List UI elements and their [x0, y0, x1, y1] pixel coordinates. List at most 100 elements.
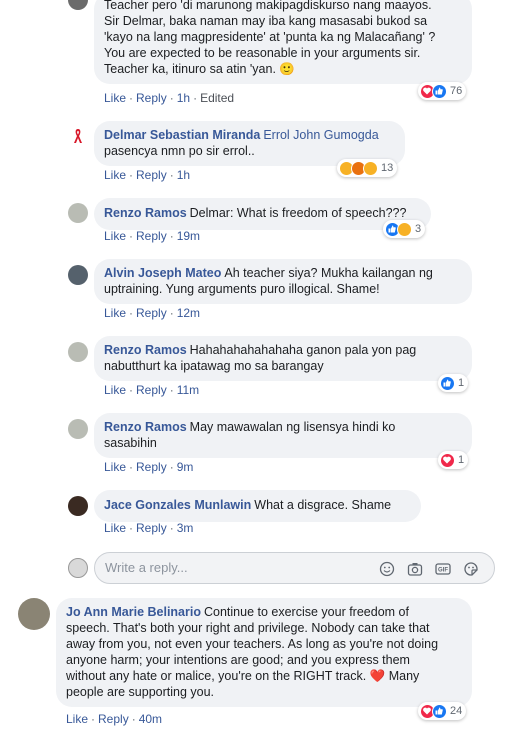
comment-text-line: 'kayo na lang magpresidente' at 'punta k… [104, 30, 436, 44]
sticker-icon[interactable] [463, 561, 479, 577]
comment-actions: Like · Reply · 1h · Edited [104, 91, 235, 105]
timestamp[interactable]: 40m [139, 712, 162, 726]
comment-text: Delmar: What is freedom of speech??? [189, 206, 407, 220]
avatar[interactable] [68, 203, 88, 223]
reaction-summary[interactable]: 3 [383, 220, 426, 238]
comment-bubble: Jace Gonzales Munlawin What a disgrace. S… [94, 490, 421, 522]
comment-actions: Like · Reply · 9m [104, 460, 194, 474]
like-link[interactable]: Like [104, 229, 126, 243]
reply-link[interactable]: Reply [136, 383, 167, 397]
comment-text-line: anyone harm; your intentions are good; a… [66, 653, 410, 667]
avatar[interactable] [68, 496, 88, 516]
reply-link[interactable]: Reply [136, 91, 167, 105]
comment-author[interactable]: Jace Gonzales Munlawin [104, 498, 251, 512]
reaction-count: 76 [450, 85, 463, 97]
avatar[interactable] [68, 126, 88, 146]
reaction-count: 1 [458, 377, 465, 389]
love-reaction-icon [440, 452, 455, 468]
comment-text-line: without any hate or malice, you're on th… [66, 669, 420, 683]
gif-icon[interactable]: GIF [435, 561, 451, 577]
comment-text-line: away from you, not even your teachers. A… [66, 637, 439, 651]
comment-text-line: nabutthurt ka ipatawag mo sa barangay [104, 359, 324, 373]
comment-actions: Like · Reply · 11m [104, 383, 200, 397]
comment-text-line: Hahahahahahahaha ganon pala yon pag [189, 343, 417, 357]
reply-link[interactable]: Reply [136, 229, 167, 243]
timestamp[interactable]: 19m [177, 229, 200, 243]
comment-author[interactable]: Alvin Joseph Mateo [104, 266, 221, 280]
comment-bubble: Renzo Ramos Delmar: What is freedom of sp… [94, 198, 431, 230]
avatar[interactable] [68, 265, 88, 285]
comment-author[interactable]: Renzo Ramos [104, 343, 187, 357]
comment-text-line: Continue to exercise your freedom of [203, 605, 409, 619]
reply-link[interactable]: Reply [136, 521, 167, 535]
comment-text-line: pasencya nmn po sir errol.. [104, 144, 255, 158]
svg-text:GIF: GIF [438, 568, 448, 574]
comment-text-line: people are supporting you. [66, 685, 215, 699]
comment-text-line: uptraining. Yung arguments puro illogica… [104, 282, 380, 296]
comment-text: What a disgrace. Shame [254, 498, 392, 512]
comment-text-line: Ah teacher siya? Mukha kailangan ng [224, 266, 433, 280]
reaction-summary[interactable]: 1 [438, 374, 469, 392]
reply-link[interactable]: Reply [136, 306, 167, 320]
comment-actions: Like · Reply · 1h [104, 168, 191, 182]
emoji-icon[interactable] [379, 561, 395, 577]
timestamp[interactable]: 11m [177, 383, 199, 397]
comment-author[interactable]: Delmar Sebastian Miranda [104, 128, 260, 142]
reaction-count: 24 [450, 705, 463, 717]
reply-input[interactable] [105, 560, 355, 575]
comment-author[interactable]: Jo Ann Marie Belinario [66, 605, 201, 619]
reaction-count: 1 [458, 454, 465, 466]
timestamp[interactable]: 12m [177, 306, 200, 320]
avatar[interactable] [68, 419, 88, 439]
timestamp[interactable]: 1h [177, 91, 190, 105]
comment-author[interactable]: Renzo Ramos [104, 206, 187, 220]
comment-text-line: speech. That's both your right and privi… [66, 621, 430, 635]
sad-reaction-icon [363, 160, 378, 176]
avatar[interactable] [18, 598, 50, 630]
reply-box[interactable]: GIF [94, 552, 495, 584]
reaction-count: 13 [381, 162, 394, 174]
camera-icon[interactable] [407, 561, 423, 577]
like-reaction-icon [440, 375, 455, 391]
like-link[interactable]: Like [104, 91, 126, 105]
like-link[interactable]: Like [104, 521, 126, 535]
comment-author[interactable]: Renzo Ramos [104, 420, 187, 434]
comment-text-line: sasabihin [104, 436, 157, 450]
comment-text-line: Sir Delmar, baka naman may iba kang masa… [104, 14, 428, 28]
reply-link[interactable]: Reply [136, 168, 167, 182]
red-ribbon-icon [74, 129, 82, 143]
like-reaction-icon [432, 83, 447, 99]
like-link[interactable]: Like [104, 383, 126, 397]
like-link[interactable]: Like [104, 460, 126, 474]
tagged-user[interactable]: Errol John Gumogda [263, 128, 378, 142]
comment-text-line: Teacher ka, itinuro sa atin 'yan. 🙂 [104, 62, 295, 76]
like-link[interactable]: Like [104, 306, 126, 320]
comment-actions: Like · Reply · 3m [104, 521, 194, 535]
edited-label[interactable]: Edited [200, 91, 234, 105]
comment-bubble: Teacher pero 'di marunong makipagdiskurs… [94, 0, 472, 84]
comment-actions: Like · Reply · 12m [104, 306, 201, 320]
haha-reaction-icon [397, 221, 412, 237]
reaction-summary[interactable]: 24 [418, 702, 467, 720]
avatar[interactable] [68, 342, 88, 362]
like-reaction-icon [432, 703, 447, 719]
comment-text-line: Teacher pero 'di marunong makipagdiskurs… [104, 0, 432, 12]
reaction-count: 3 [415, 223, 422, 235]
like-link[interactable]: Like [66, 712, 88, 726]
reply-link[interactable]: Reply [136, 460, 167, 474]
comment-bubble: Alvin Joseph Mateo Ah teacher siya? Mukha… [94, 259, 472, 304]
timestamp[interactable]: 1h [177, 168, 190, 182]
timestamp[interactable]: 9m [177, 460, 194, 474]
reaction-summary[interactable]: 1 [438, 451, 469, 469]
reaction-summary[interactable]: 76 [418, 82, 467, 100]
reaction-summary[interactable]: 13 [337, 159, 398, 177]
comment-actions: Like · Reply · 19m [104, 229, 201, 243]
comment-actions: Like · Reply · 40m [66, 712, 163, 726]
comment-bubble: Jo Ann Marie Belinario Continue to exerci… [56, 598, 472, 707]
comment-bubble: Renzo Ramos May mawawalan ng lisensya hin… [94, 413, 472, 458]
timestamp[interactable]: 3m [177, 521, 194, 535]
like-link[interactable]: Like [104, 168, 126, 182]
reply-link[interactable]: Reply [98, 712, 129, 726]
current-user-avatar [68, 558, 88, 578]
avatar[interactable] [68, 0, 88, 10]
